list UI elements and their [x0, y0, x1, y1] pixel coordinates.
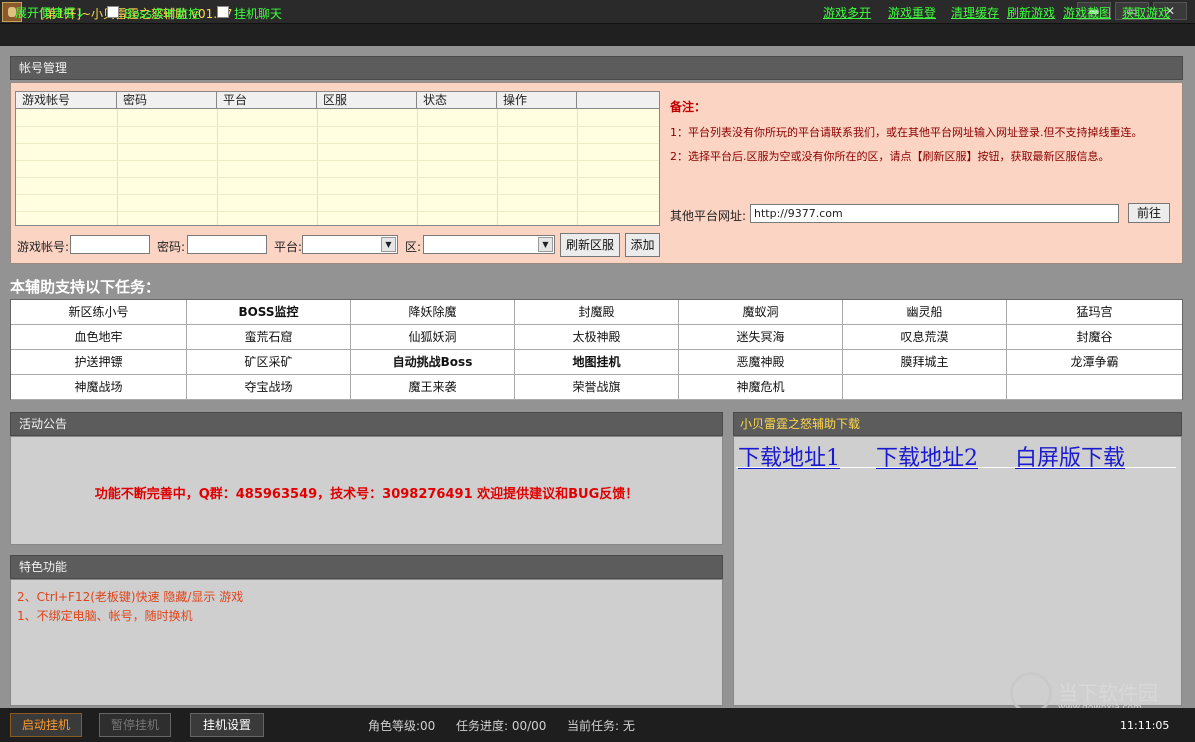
- clear-cache-link[interactable]: 清理缓存: [951, 4, 999, 21]
- role-level: 角色等级:00: [368, 719, 436, 733]
- get-game-link[interactable]: 获取游戏: [1122, 4, 1170, 21]
- zone-select[interactable]: ▼: [423, 235, 555, 254]
- tasks-title: 本辅助支持以下任务：: [10, 278, 161, 296]
- task-progress: 任务进度: 00/00: [456, 719, 547, 733]
- download-panel-body: [733, 436, 1182, 706]
- task-cell: 封魔谷: [1007, 325, 1182, 350]
- task-cell: 魔王来袭: [351, 375, 515, 400]
- col-platform[interactable]: 平台: [217, 92, 317, 109]
- note-line-1: 1：平台列表没有你所玩的平台请联系我们，或在其他平台网址输入网址登录.但不支持掉…: [670, 126, 1143, 139]
- task-cell: 膜拜城主: [843, 350, 1007, 375]
- col-extra[interactable]: [577, 92, 659, 109]
- task-cell: 血色地牢: [11, 325, 187, 350]
- task-cell: 仙狐妖洞: [351, 325, 515, 350]
- grid-line: [16, 211, 659, 212]
- task-cell: 魔蚁洞: [679, 300, 843, 325]
- grid-line: [16, 126, 659, 127]
- features-panel-header: 特色功能: [10, 555, 723, 579]
- afk-settings-button[interactable]: 挂机设置: [190, 713, 264, 737]
- screenshot-link[interactable]: 游戏截图: [1063, 4, 1111, 21]
- task-cell: 神魔危机: [679, 375, 843, 400]
- refresh-zones-button[interactable]: 刷新区服: [560, 233, 620, 257]
- col-action[interactable]: 操作: [497, 92, 577, 109]
- download-panel-header: 小贝雷霆之怒辅助下载: [733, 412, 1182, 436]
- grid-line: [16, 177, 659, 178]
- grid-line: [16, 143, 659, 144]
- other-url-input[interactable]: http://9377.com: [750, 204, 1119, 223]
- task-cell: 自动挑战Boss: [351, 350, 515, 375]
- task-cell: 神魔战场: [11, 375, 187, 400]
- task-cell-empty: [843, 375, 1007, 400]
- chevron-down-icon: ▼: [381, 237, 396, 252]
- task-cell: 夺宝战场: [187, 375, 351, 400]
- col-password[interactable]: 密码: [117, 92, 217, 109]
- clock: 11:11:05: [1120, 719, 1170, 732]
- activity-panel-header: 活动公告: [10, 412, 723, 436]
- task-cell: 猛玛宫: [1007, 300, 1182, 325]
- password-label: 密码:: [157, 240, 186, 254]
- platform-label: 平台:: [274, 240, 303, 254]
- task-cell: 地图挂机: [515, 350, 679, 375]
- task-cell: 太极神殿: [515, 325, 679, 350]
- grid-line: [16, 194, 659, 195]
- account-table[interactable]: 游戏帐号 密码 平台 区服 状态 操作: [15, 91, 660, 226]
- current-task: 当前任务: 无: [567, 719, 635, 733]
- boss-monitor-label[interactable]: Boss实时监控: [124, 5, 200, 22]
- note-line-2: 2：选择平台后.区服为空或没有你所在的区，请点【刷新区服】按钮，获取最新区服信息…: [670, 150, 1110, 163]
- refresh-game-link[interactable]: 刷新游戏: [1007, 4, 1055, 21]
- go-button[interactable]: 前往: [1128, 203, 1170, 223]
- other-url-label: 其他平台网址:: [670, 209, 747, 223]
- start-afk-button[interactable]: 启动挂机: [10, 713, 82, 737]
- task-cell-empty: [1007, 375, 1182, 400]
- grid-line: [16, 160, 659, 161]
- account-panel-header: 帐号管理: [10, 56, 1183, 80]
- toggle-quick-panel-link[interactable]: 展开便捷框↓: [15, 4, 85, 21]
- col-zone[interactable]: 区服: [317, 92, 417, 109]
- task-cell: 荣誉战旗: [515, 375, 679, 400]
- afk-chat-checkbox[interactable]: [217, 6, 229, 18]
- relogin-link[interactable]: 游戏重登: [888, 4, 936, 21]
- task-cell: 封魔殿: [515, 300, 679, 325]
- multi-open-link[interactable]: 游戏多开: [823, 4, 871, 21]
- account-label: 游戏帐号:: [17, 240, 70, 254]
- task-cell: 蛮荒石窟: [187, 325, 351, 350]
- task-cell: BOSS监控: [187, 300, 351, 325]
- zone-label: 区:: [405, 240, 422, 254]
- platform-select[interactable]: ▼: [302, 235, 398, 254]
- account-table-header: 游戏帐号 密码 平台 区服 状态 操作: [16, 92, 659, 109]
- boss-monitor-checkbox[interactable]: [107, 6, 119, 18]
- task-cell: 幽灵船: [843, 300, 1007, 325]
- notes-title: 备注：: [670, 100, 707, 114]
- col-status[interactable]: 状态: [417, 92, 497, 109]
- pause-afk-button[interactable]: 暂停挂机: [99, 713, 171, 737]
- task-cell: 矿区采矿: [187, 350, 351, 375]
- password-input[interactable]: [187, 235, 267, 254]
- chevron-down-icon: ▼: [538, 237, 553, 252]
- toolbar: [0, 24, 1195, 46]
- task-cell: 龙潭争霸: [1007, 350, 1182, 375]
- task-cell: 恶魔神殿: [679, 350, 843, 375]
- afk-chat-label[interactable]: 挂机聊天: [234, 5, 282, 22]
- feature-line: 2、Ctrl+F12(老板键)快速 隐藏/显示 游戏: [17, 590, 244, 604]
- task-cell: 新区练小号: [11, 300, 187, 325]
- watermark-text: 当下软件园: [1058, 681, 1158, 705]
- add-account-button[interactable]: 添加: [625, 233, 660, 257]
- task-cell: 叹息荒漠: [843, 325, 1007, 350]
- col-account[interactable]: 游戏帐号: [16, 92, 117, 109]
- feature-line: 1、不绑定电脑、帐号，随时换机: [17, 609, 193, 623]
- account-input[interactable]: [70, 235, 150, 254]
- task-cell: 迷失冥海: [679, 325, 843, 350]
- task-cell: 护送押镖: [11, 350, 187, 375]
- activity-message: 功能不断完善中，Q群：485963549，技术号：3098276491 欢迎提供…: [94, 487, 639, 502]
- task-cell: 降妖除魔: [351, 300, 515, 325]
- download-divider: [736, 467, 1176, 468]
